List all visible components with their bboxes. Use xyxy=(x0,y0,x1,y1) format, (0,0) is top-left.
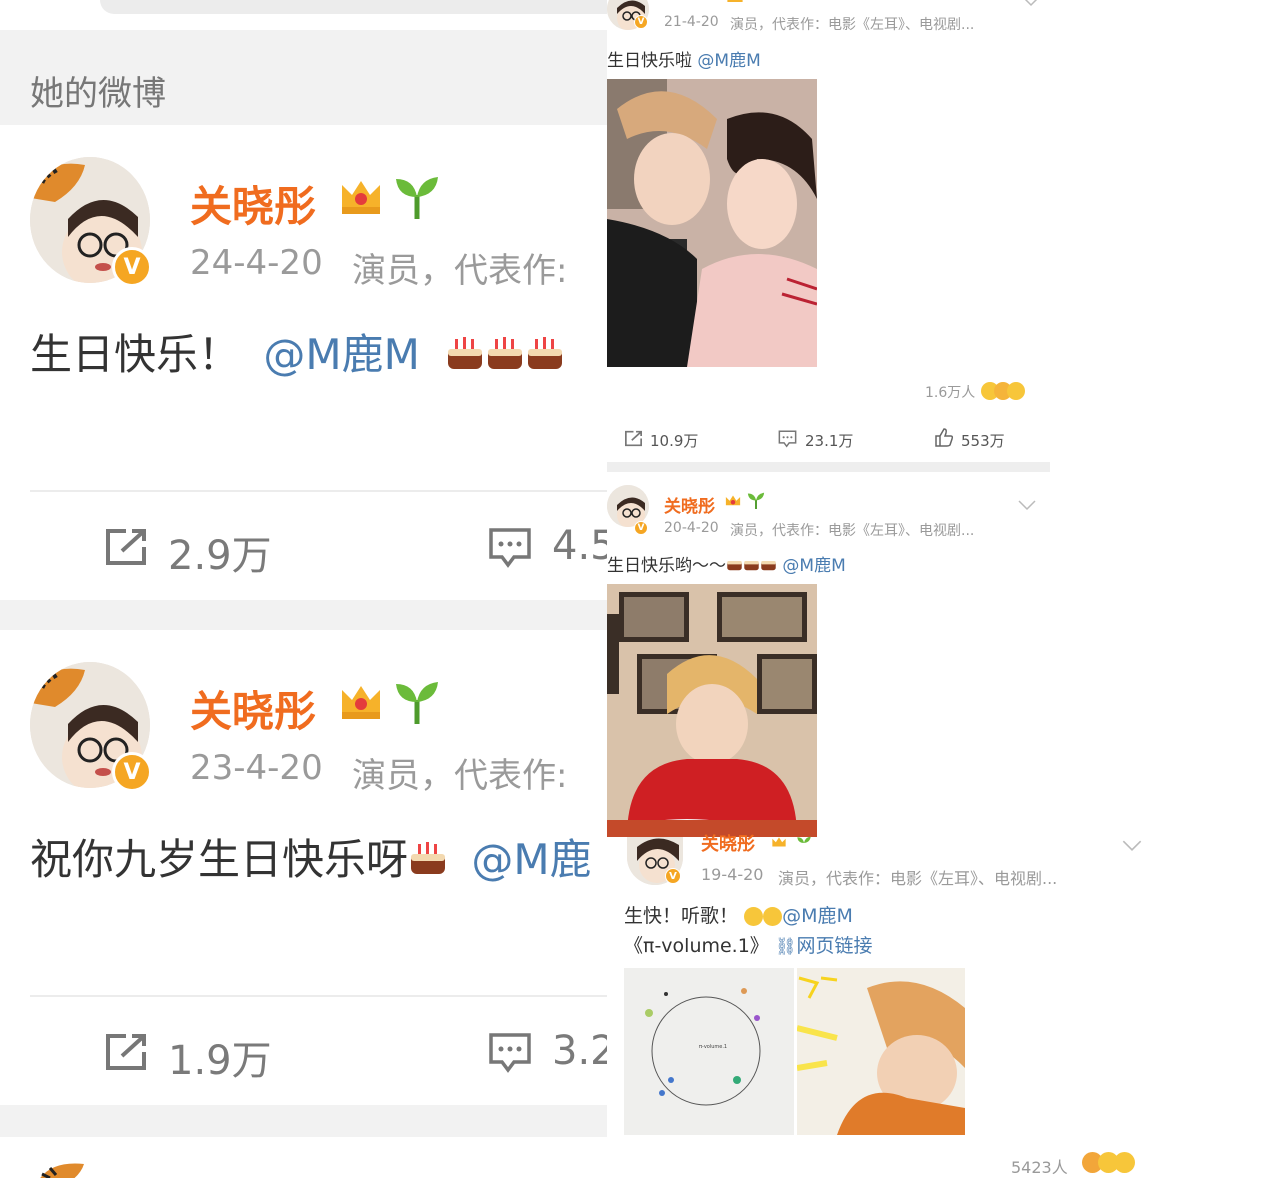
user-name[interactable]: 关晓彤 xyxy=(190,173,316,234)
repost-icon[interactable] xyxy=(104,1032,148,1076)
mention-link[interactable]: @M鹿M xyxy=(782,556,845,576)
post-text-line: 生日快乐！ @M鹿M xyxy=(30,321,565,383)
link-icon[interactable]: ⛓ xyxy=(775,937,797,957)
verified-v-icon: V xyxy=(634,15,648,29)
divider xyxy=(30,995,607,997)
user-name[interactable]: 关晓彤 xyxy=(664,492,715,517)
comment-count[interactable]: 3.2 xyxy=(552,1028,607,1074)
crown-icon xyxy=(724,494,742,513)
section-header: 她的微博 xyxy=(0,30,607,125)
cake-emoji-icon xyxy=(743,555,760,577)
user-desc: 演员，代表作：电影《左耳》、电视剧... xyxy=(730,523,975,539)
cake-emoji-icon xyxy=(408,838,448,888)
face-emoji-icon xyxy=(763,907,783,926)
sprout-icon xyxy=(795,835,813,854)
cake-emoji-icon xyxy=(445,333,485,383)
post-text-line: 生日快乐啦 @M鹿M xyxy=(607,46,761,71)
comment-icon[interactable] xyxy=(488,1032,532,1078)
mention-link[interactable]: @M鹿M xyxy=(697,51,760,71)
verified-v-icon: V xyxy=(665,868,681,884)
post-date: 24-4-20 xyxy=(190,243,323,283)
post-photo[interactable] xyxy=(607,79,817,367)
search-bar[interactable] xyxy=(100,0,607,14)
post-date: 21-4-20 xyxy=(664,14,719,30)
post-photo[interactable] xyxy=(607,584,817,837)
post-card[interactable]: V 关晓彤 24-4-20 演员，代表作: 生日快乐！ @M鹿M 2.9万 4.… xyxy=(0,125,607,600)
repost-count[interactable]: 2.9万 xyxy=(168,523,272,581)
post-separator xyxy=(0,1105,607,1137)
section-title: 她的微博 xyxy=(30,74,166,114)
cake-emoji-icon xyxy=(485,333,525,383)
user-desc: 演员，代表作: xyxy=(352,756,568,796)
repost-icon[interactable] xyxy=(104,527,148,571)
post-text: 生日快乐啦 xyxy=(607,51,692,71)
comment-icon[interactable] xyxy=(488,527,532,573)
repost-count[interactable]: 1.9万 xyxy=(168,1028,272,1086)
post-date: 23-4-20 xyxy=(190,748,323,788)
post-text-line: 祝你九岁生日快乐呀 @M鹿 xyxy=(30,826,592,888)
verified-v-icon: V xyxy=(634,521,648,535)
user-desc: 演员，代表作：电影《左耳》、电视剧... xyxy=(730,17,975,33)
like-icon[interactable] xyxy=(934,428,954,451)
post-card[interactable]: V 关晓彤 20-4-20 演员，代表作：电影《左耳》、电视剧... 生日快乐哟… xyxy=(607,472,1050,837)
comment-count[interactable]: 23.1万 xyxy=(805,430,853,451)
repost-icon[interactable] xyxy=(624,430,643,451)
verified-v-icon: V xyxy=(112,752,152,792)
reaction-count[interactable]: 1.6万人 xyxy=(925,382,975,402)
post-text: 生快！听歌！ xyxy=(624,905,739,927)
post-card[interactable]: V 关晓彤 23-4-20 演员，代表作: 祝你九岁生日快乐呀 @M鹿 1.9万… xyxy=(0,630,607,1105)
web-link[interactable]: 网页链接 xyxy=(796,935,872,957)
comment-icon[interactable] xyxy=(778,430,797,452)
cake-emoji-icon xyxy=(760,555,777,577)
post-photo[interactable] xyxy=(797,968,965,1135)
cake-emoji-icon xyxy=(525,333,565,383)
album-cover-image[interactable]: π-volume.1 xyxy=(624,968,794,1135)
sprout-icon xyxy=(394,175,440,223)
post-date: 19-4-20 xyxy=(701,865,764,884)
avatar[interactable] xyxy=(34,1160,114,1178)
user-desc: 演员，代表作: xyxy=(352,251,568,291)
face-emoji-icon xyxy=(981,380,1025,400)
post-date: 20-4-20 xyxy=(664,520,719,536)
post-separator xyxy=(607,462,1050,472)
post-card[interactable]: V 关晓彤 19-4-20 演员，代表作：电影《左耳》、电视剧... 生快！听歌… xyxy=(607,834,1160,1178)
user-desc: 演员，代表作：电影《左耳》、电视剧... xyxy=(778,869,1058,888)
face-emoji-icon xyxy=(744,907,764,926)
comment-count[interactable]: 4.5 xyxy=(552,523,607,569)
chevron-down-icon[interactable] xyxy=(1121,837,1143,856)
verified-v-icon: V xyxy=(112,247,152,287)
post-text-line: 生快！听歌！ @M鹿M xyxy=(624,901,853,928)
left-weibo-panel: 她的微博 V 关晓彤 24-4-20 演员，代表作: 生日快乐！ @M鹿M 2.… xyxy=(0,0,607,1178)
face-emoji-icon xyxy=(1082,1152,1135,1173)
mention-link[interactable]: @M鹿 xyxy=(471,835,591,884)
cake-emoji-icon xyxy=(726,555,743,577)
post-separator xyxy=(0,600,607,630)
chevron-down-icon[interactable] xyxy=(1017,496,1037,515)
sprout-icon xyxy=(394,680,440,728)
album-cover-text: π-volume.1 xyxy=(699,1044,727,1050)
mention-link[interactable]: @M鹿M xyxy=(263,330,419,379)
post-text-line-2: 《π-volume.1》 ⛓网页链接 xyxy=(624,931,872,958)
repost-count[interactable]: 10.9万 xyxy=(650,430,698,451)
post-card[interactable]: V 21-4-20 演员，代表作：电影《左耳》、电视剧... 生日快乐啦 @M鹿… xyxy=(607,0,1050,462)
crown-icon xyxy=(725,0,745,10)
post-text-line: 生日快乐哟～～ @M鹿M xyxy=(607,551,846,577)
song-title: 《π-volume.1》 xyxy=(624,935,769,957)
crown-icon xyxy=(338,177,384,221)
user-name[interactable]: 关晓彤 xyxy=(701,830,755,856)
crown-icon xyxy=(769,835,789,854)
divider xyxy=(30,490,607,492)
post-text: 祝你九岁生日快乐呀 xyxy=(30,835,409,884)
post-text: 生日快乐哟～～ xyxy=(607,556,726,576)
chevron-down-icon[interactable] xyxy=(1021,0,1041,11)
like-count[interactable]: 553万 xyxy=(961,430,1005,451)
post-text: 生日快乐！ xyxy=(30,330,241,379)
mention-link[interactable]: @M鹿M xyxy=(782,905,853,927)
crown-icon xyxy=(338,682,384,726)
user-name[interactable]: 关晓彤 xyxy=(190,678,316,739)
reaction-count[interactable]: 5423人 xyxy=(1011,1154,1068,1178)
sprout-icon xyxy=(747,492,765,513)
